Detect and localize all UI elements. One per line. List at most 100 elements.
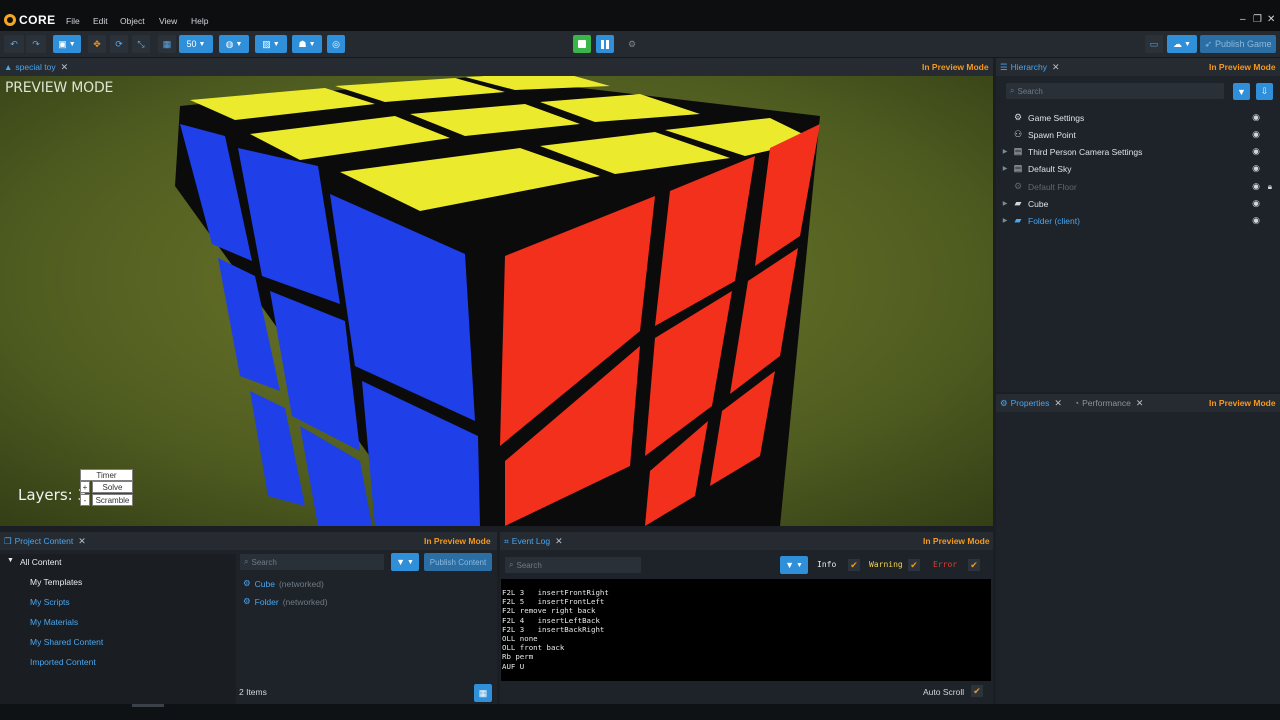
- tree-item-my-shared-content[interactable]: My Shared Content: [30, 637, 103, 647]
- visibility-eye-icon[interactable]: ◉: [1252, 163, 1260, 174]
- tab-properties[interactable]: ⚙ Properties ✕: [996, 394, 1066, 412]
- log-filter-button[interactable]: ▼ ▼: [780, 556, 808, 574]
- event-log-output[interactable]: F2L 3 insertFrontRight F2L 5 insertFront…: [501, 579, 991, 681]
- publish-game-button[interactable]: ➶ Publish Game: [1200, 35, 1276, 53]
- chevron-down-icon: ▼: [7, 557, 14, 564]
- monitor-button[interactable]: ▭: [1145, 35, 1163, 53]
- stop-button[interactable]: [573, 35, 591, 53]
- hierarchy-search-input[interactable]: ⌕ Search: [1006, 83, 1224, 99]
- visibility-eye-icon[interactable]: ◉: [1252, 181, 1260, 192]
- publish-options-button[interactable]: ☁ ▼: [1167, 35, 1197, 53]
- hierarchy-item-default-floor[interactable]: ⚙ Default Floor ◉ 🔒︎: [1000, 178, 1274, 195]
- item-count-label: 2 Items: [239, 687, 267, 697]
- tab-performance[interactable]: ◔ Performance ✕: [1070, 394, 1147, 412]
- hierarchy-item-label: Default Sky: [1028, 163, 1072, 174]
- chevron-down-icon: ▼: [1184, 40, 1191, 48]
- redo-button[interactable]: ↷: [26, 35, 46, 53]
- auto-scroll-checkbox[interactable]: ✔: [971, 685, 983, 697]
- close-icon[interactable]: ✕: [555, 536, 563, 547]
- tree-item-all-content[interactable]: ▼ All Content: [7, 557, 62, 567]
- tab-hierarchy[interactable]: ☰ Hierarchy ✕: [996, 58, 1064, 76]
- info-filter-checkbox[interactable]: ✔: [848, 559, 860, 571]
- menu-edit[interactable]: Edit: [93, 16, 108, 26]
- collapse-all-button[interactable]: ⇩: [1256, 83, 1273, 100]
- menu-object[interactable]: Object: [120, 16, 145, 26]
- warning-filter-checkbox[interactable]: ✔: [908, 559, 920, 571]
- hierarchy-item-spawn-point[interactable]: ⚇ Spawn Point ◉: [1000, 126, 1274, 143]
- scramble-button[interactable]: Scramble: [92, 494, 133, 506]
- restore-icon[interactable]: ❐: [1253, 14, 1262, 25]
- pause-button[interactable]: [596, 35, 614, 53]
- menu-help[interactable]: Help: [191, 16, 208, 26]
- solve-button[interactable]: Solve: [92, 481, 133, 493]
- search-placeholder: Search: [251, 557, 277, 567]
- layers-minus-button[interactable]: -: [80, 494, 90, 506]
- hierarchy-item-game-settings[interactable]: ⚙ Game Settings ◉: [1000, 109, 1274, 126]
- content-item-folder[interactable]: ⚙ Folder (networked): [243, 596, 328, 607]
- filter-icon: ▼: [785, 560, 794, 570]
- visibility-eye-icon[interactable]: ◉: [1252, 198, 1260, 209]
- filter-button[interactable]: ▼: [1233, 83, 1250, 100]
- template-icon: ▤: [1013, 163, 1023, 173]
- expand-arrow-icon[interactable]: ▶: [1000, 200, 1010, 207]
- camera-view-button[interactable]: ▨ ▼: [255, 35, 287, 53]
- hierarchy-item-cube[interactable]: ▶ ▰ Cube ◉: [1000, 195, 1274, 212]
- close-icon[interactable]: ✕: [1054, 398, 1062, 409]
- expand-arrow-icon[interactable]: ▶: [1000, 165, 1010, 172]
- minimize-icon[interactable]: –: [1240, 14, 1246, 25]
- visibility-eye-icon[interactable]: ◉: [1252, 129, 1260, 140]
- target-icon: ◎: [332, 38, 340, 49]
- close-icon[interactable]: ✕: [1136, 398, 1144, 409]
- visibility-eye-icon[interactable]: ◉: [1252, 146, 1260, 157]
- tree-item-my-scripts[interactable]: My Scripts: [30, 597, 70, 607]
- preview-mode-label: PREVIEW MODE: [5, 80, 114, 96]
- globe-icon: ◍: [225, 38, 234, 49]
- tree-item-my-templates[interactable]: My Templates: [30, 577, 82, 587]
- error-filter-checkbox[interactable]: ✔: [968, 559, 980, 571]
- gauge-icon: ◔: [1074, 398, 1080, 408]
- close-icon[interactable]: ✕: [1052, 62, 1060, 73]
- publish-content-button[interactable]: Publish Content: [424, 553, 492, 571]
- horizontal-scrollbar[interactable]: [132, 704, 164, 707]
- tab-label: Hierarchy: [1010, 62, 1047, 72]
- tab-special-toy[interactable]: ▲ special toy ✕: [0, 58, 72, 76]
- game-view[interactable]: PREVIEW MODE Layers: 3 Timer + Solve - S…: [0, 76, 993, 526]
- expand-arrow-icon[interactable]: ▶: [1000, 148, 1010, 155]
- visibility-eye-icon[interactable]: ◉: [1252, 215, 1260, 226]
- lock-icon[interactable]: 🔒︎: [1268, 182, 1272, 192]
- content-filter-button[interactable]: ▼ ▼: [391, 553, 419, 571]
- move-tool-button[interactable]: ✥: [88, 35, 106, 53]
- hierarchy-item-camera-settings[interactable]: ▶ ▤ Third Person Camera Settings ◉: [1000, 143, 1274, 160]
- grid-view-button[interactable]: ▦: [474, 684, 492, 702]
- menu-view[interactable]: View: [159, 16, 177, 26]
- settings-button[interactable]: ⚙: [624, 35, 640, 53]
- grid-size-select[interactable]: 50 ▼: [179, 35, 213, 53]
- tab-event-log[interactable]: ⌗ Event Log ✕: [500, 532, 567, 550]
- tree-item-imported-content[interactable]: Imported Content: [30, 657, 96, 667]
- player-settings-button[interactable]: ☗ ▼: [292, 35, 322, 53]
- content-item-cube[interactable]: ⚙ Cube (networked): [243, 578, 324, 589]
- menu-file[interactable]: File: [66, 16, 80, 26]
- monitor-icon: ▭: [1149, 38, 1159, 49]
- hierarchy-item-folder-client[interactable]: ▶ ▰ Folder (client) ◉: [1000, 212, 1274, 229]
- tab-project-content[interactable]: ❒ Project Content ✕: [0, 532, 90, 550]
- selection-mode-button[interactable]: ▣ ▼: [53, 35, 81, 53]
- undo-button[interactable]: ↶: [4, 35, 24, 53]
- timer-button[interactable]: Timer: [80, 469, 133, 481]
- grid-toggle-button[interactable]: ▦: [158, 35, 176, 53]
- hierarchy-item-default-sky[interactable]: ▶ ▤ Default Sky ◉: [1000, 160, 1274, 177]
- layers-plus-button[interactable]: +: [80, 481, 90, 493]
- content-search-input[interactable]: ⌕ Search: [240, 554, 384, 570]
- rotate-tool-button[interactable]: ⟳: [110, 35, 128, 53]
- world-space-button[interactable]: ◍ ▼: [219, 35, 249, 53]
- close-icon[interactable]: ✕: [61, 62, 69, 73]
- visibility-eye-icon[interactable]: ◉: [1252, 112, 1260, 123]
- close-icon[interactable]: ✕: [78, 536, 86, 547]
- multiplayer-preview-button[interactable]: ◎: [327, 35, 345, 53]
- close-window-icon[interactable]: ✕: [1267, 14, 1275, 25]
- log-search-input[interactable]: ⌕ Search: [505, 557, 641, 573]
- hierarchy-item-label: Folder (client): [1028, 215, 1080, 226]
- tree-item-my-materials[interactable]: My Materials: [30, 617, 78, 627]
- scale-tool-button[interactable]: ⤡: [132, 35, 150, 53]
- expand-arrow-icon[interactable]: ▶: [1000, 217, 1010, 224]
